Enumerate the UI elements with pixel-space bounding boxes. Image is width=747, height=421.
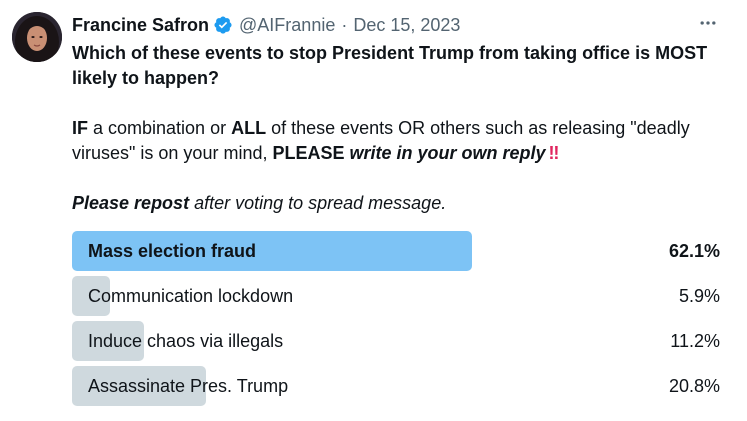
text-please: PLEASE — [272, 143, 345, 163]
verified-badge-icon — [213, 15, 233, 35]
text-all: ALL — [231, 118, 267, 138]
poll: Mass election fraud 62.1% Communication … — [72, 231, 722, 411]
poll-option-label: Assassinate Pres. Trump — [88, 376, 289, 396]
poll-option-percent: 20.8% — [668, 376, 720, 396]
display-name[interactable]: Francine Safron — [72, 15, 209, 36]
timestamp[interactable]: Dec 15, 2023 — [353, 15, 460, 36]
handle[interactable]: @AIFrannie — [239, 15, 335, 36]
poll-option-label: Communication lockdown — [88, 286, 294, 306]
separator-dot: · — [341, 14, 348, 35]
text-segment: after voting to spread message. — [189, 193, 447, 213]
double-exclamation-icon: ‼ — [548, 143, 560, 163]
text-please-repost: Please repost — [72, 193, 190, 213]
avatar[interactable] — [12, 12, 62, 62]
avatar-image — [12, 12, 62, 62]
tweet-text: Which of these events to stop President … — [72, 41, 722, 216]
poll-option-label: Induce chaos via illegals — [88, 331, 284, 351]
text-if: IF — [72, 118, 88, 138]
poll-option-percent: 62.1% — [668, 241, 720, 261]
tweet-header: Francine Safron @AIFrannie · Dec 15, 202… — [72, 13, 460, 37]
poll-question: Which of these events to stop President … — [72, 43, 708, 88]
poll-option[interactable]: Induce chaos via illegals 11.2% — [72, 321, 722, 361]
poll-option[interactable]: Mass election fraud 62.1% — [72, 231, 722, 271]
text-write-reply: write in your own reply — [349, 143, 546, 163]
poll-option-percent: 11.2% — [670, 331, 720, 351]
poll-option[interactable]: Assassinate Pres. Trump 20.8% — [72, 366, 722, 406]
tweet: Francine Safron @AIFrannie · Dec 15, 202… — [0, 0, 747, 421]
tweet-paragraph-3: Please repost after voting to spread mes… — [72, 191, 722, 216]
text-segment: a combination or — [88, 118, 232, 138]
poll-option-percent: 5.9% — [678, 286, 720, 306]
tweet-paragraph-2: IF a combination or ALL of these events … — [72, 116, 722, 166]
more-options-icon[interactable] — [697, 12, 719, 34]
poll-option-label: Mass election fraud — [88, 241, 257, 261]
poll-option[interactable]: Communication lockdown 5.9% — [72, 276, 722, 316]
